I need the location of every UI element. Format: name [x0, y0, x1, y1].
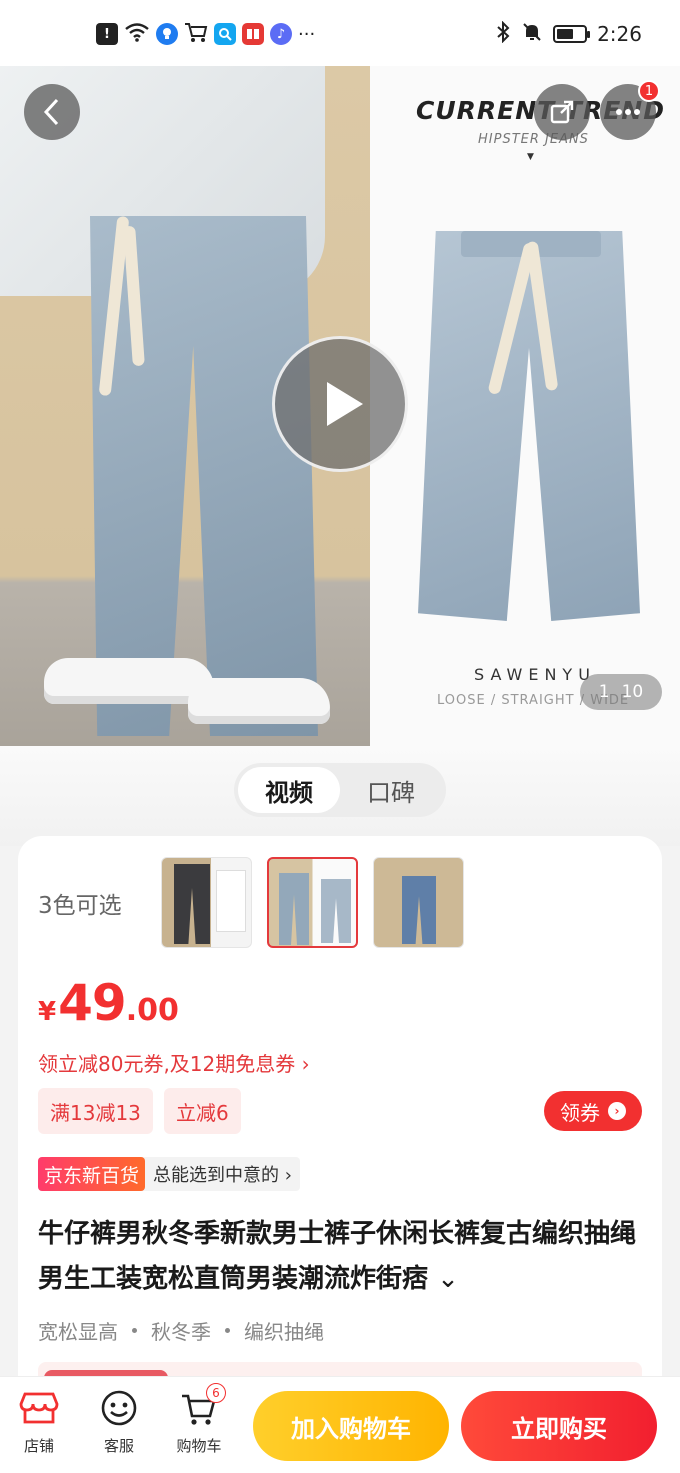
mute-icon	[521, 21, 543, 48]
tab-reviews[interactable]: 口碑	[340, 767, 442, 813]
expand-title-icon[interactable]: ⌄	[437, 1264, 459, 1294]
nav-store[interactable]: 店铺	[4, 1389, 74, 1456]
cart-icon: 6	[178, 1383, 226, 1427]
status-time: 2:26	[597, 22, 642, 46]
price-integer: 49	[58, 974, 127, 1032]
feature-item: 秋冬季	[151, 1320, 211, 1344]
promo-tag-instant-discount: 立减6	[164, 1088, 241, 1134]
chevron-right-icon: ›	[608, 1102, 626, 1120]
back-button[interactable]	[24, 84, 80, 140]
brand-arrow-icon: ▼	[527, 152, 534, 162]
bottom-action-bar: 店铺 客服 6 购物车 加入购物车 立即购买	[0, 1377, 680, 1473]
media-switch-area: 视频 口碑	[0, 746, 680, 846]
music-app-icon: ♪	[270, 23, 292, 45]
tab-video[interactable]: 视频	[238, 767, 340, 813]
status-bar: ! ♪ ··· 2:26	[0, 0, 680, 68]
product-title-text: 牛仔裤男秋冬季新款男士裤子休闲长裤复古编织抽绳男生工装宽松直筒男装潮流炸街痞	[38, 1219, 637, 1294]
nav-cart[interactable]: 6 购物车	[164, 1383, 234, 1456]
nav-customer-service[interactable]: 客服	[84, 1389, 154, 1456]
feature-item: 编织抽绳	[244, 1320, 324, 1344]
price: ¥ 49 .00	[38, 974, 179, 1032]
get-coupon-button[interactable]: 领券 ›	[544, 1091, 642, 1131]
message-badge: 1	[638, 80, 660, 102]
alert-icon: !	[96, 23, 118, 45]
promo-tag-full-reduction: 满13减13	[38, 1088, 153, 1134]
pager-current: 1	[598, 682, 610, 702]
product-title[interactable]: 牛仔裤男秋冬季新款男士裤子休闲长裤复古编织抽绳男生工装宽松直筒男装潮流炸街痞 ⌄	[38, 1212, 648, 1302]
search-app-icon	[214, 23, 236, 45]
store-icon	[18, 1389, 60, 1427]
product-info-card: 3色可选 ¥ 49 .00 领立减80元券,及12期免息券 › 满13减13 立…	[18, 836, 662, 1456]
jd-department-store-link[interactable]: 京东新百货 总能选到中意的 ›	[38, 1157, 300, 1191]
jd-slogan: 总能选到中意的 ›	[153, 1165, 292, 1186]
nav-cart-label: 购物车	[176, 1437, 222, 1455]
back-arrow-icon	[43, 98, 59, 126]
separator-dot	[132, 1328, 137, 1333]
image-pager: 1 10	[580, 674, 662, 710]
size-chart-thumb	[216, 870, 246, 932]
play-video-button[interactable]	[272, 336, 408, 472]
pager-total: 10	[621, 682, 644, 702]
status-left-icons: ! ♪ ···	[96, 21, 315, 47]
buy-now-button[interactable]: 立即购买	[461, 1391, 657, 1461]
bulb-app-icon	[156, 23, 178, 45]
cart-app-icon	[184, 21, 208, 47]
feature-item: 宽松显高	[38, 1320, 118, 1344]
price-currency: ¥	[38, 997, 57, 1027]
cart-count-badge: 6	[206, 1383, 226, 1403]
color-option-black[interactable]	[161, 857, 252, 948]
separator-dot	[225, 1328, 230, 1333]
play-icon	[327, 382, 363, 426]
nav-customer-service-label: 客服	[103, 1437, 134, 1455]
color-count-label: 3色可选	[38, 893, 122, 919]
media-tab-switch: 视频 口碑	[234, 763, 446, 817]
light-blue-jeans-thumb	[279, 873, 309, 945]
price-decimal: .00	[125, 993, 179, 1028]
black-jeans-thumb	[174, 864, 210, 944]
product-media-gallery[interactable]: CURRENT TREND HIPSTER JEANS ▼ SAWENYU LO…	[0, 66, 680, 746]
jd-badge: 京东新百货	[38, 1157, 146, 1191]
product-flatlay	[370, 66, 680, 746]
share-icon	[550, 100, 574, 124]
more-dots-icon: ···	[298, 23, 316, 45]
light-blue-flat-thumb	[321, 879, 351, 943]
blue-jeans-thumb	[402, 876, 436, 944]
more-icon	[616, 109, 640, 115]
customer-service-icon	[98, 1389, 140, 1427]
bluetooth-icon	[495, 20, 511, 48]
wifi-icon	[124, 21, 150, 47]
sneaker-shape	[188, 678, 330, 724]
messages-button[interactable]: 1	[600, 80, 660, 140]
nav-store-label: 店铺	[23, 1437, 54, 1455]
battery-level	[557, 29, 573, 39]
coupon-offer-link[interactable]: 领立减80元券,及12期免息券 ›	[38, 1048, 310, 1077]
share-button[interactable]	[534, 84, 590, 140]
label-line-1: SAWENYU	[474, 665, 596, 684]
book-app-icon	[242, 23, 264, 45]
get-coupon-label: 领券	[560, 1100, 600, 1125]
feature-list: 宽松显高 秋冬季 编织抽绳	[38, 1316, 324, 1345]
status-right: 2:26	[495, 20, 642, 48]
color-option-light-blue[interactable]	[267, 857, 358, 948]
add-to-cart-button[interactable]: 加入购物车	[253, 1391, 449, 1461]
battery-icon	[553, 25, 591, 43]
color-option-blue[interactable]	[373, 857, 464, 948]
